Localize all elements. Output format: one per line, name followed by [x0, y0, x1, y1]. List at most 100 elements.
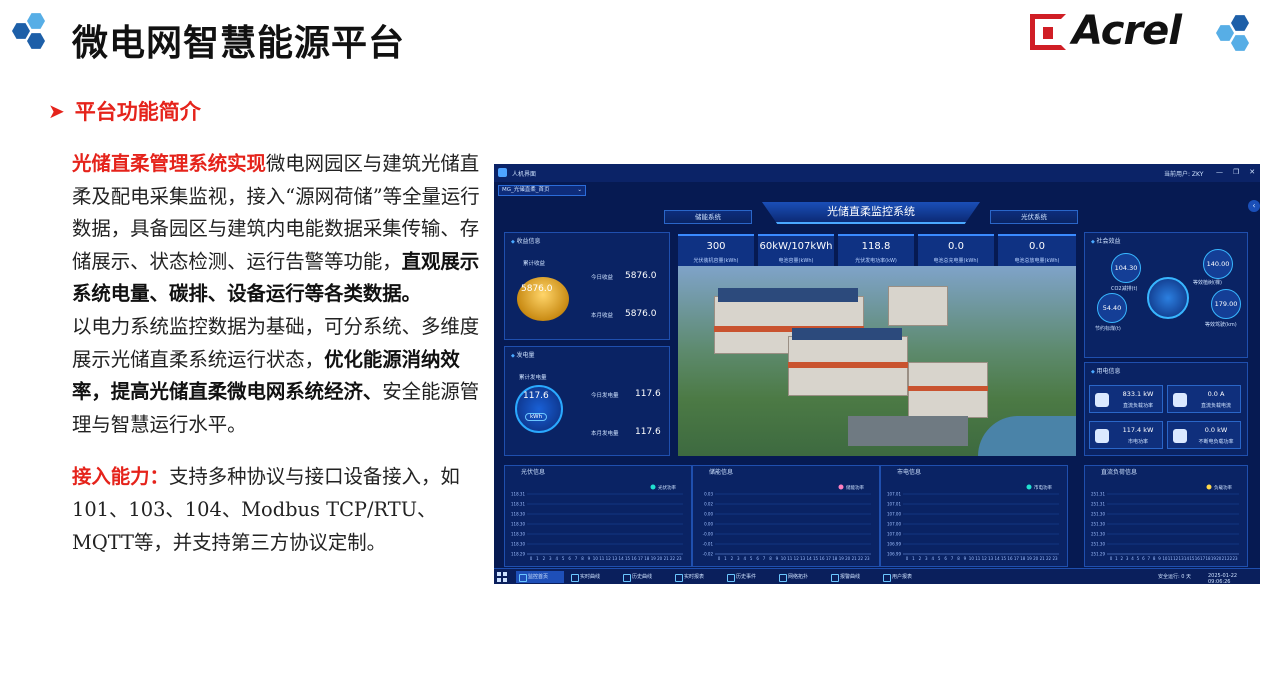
nav-page-title: 光储直柔监控系统	[762, 202, 980, 224]
y-tick-label: 106.99	[887, 542, 901, 547]
y-tick-label: 0.03	[704, 492, 713, 497]
y-tick-label: 251.30	[1091, 542, 1105, 547]
paragraph-3: 接入能力：支持多种协议与接口设备接入，如101、103、104、Modbus T…	[72, 461, 484, 559]
stat-pv-power: 118.8 光伏发电功率(kW)	[838, 234, 914, 266]
task-alarm-curve[interactable]: 报警曲线	[828, 571, 876, 583]
y-tick-label: 251.31	[1091, 502, 1105, 507]
x-tick-label: 17	[638, 556, 644, 561]
legend-swatch	[1206, 484, 1212, 490]
legend-swatch	[1026, 484, 1032, 490]
page-selector[interactable]: MG_光储直柔_首页 ⌄	[498, 185, 586, 196]
x-tick-label: 14	[619, 556, 625, 561]
ups-load-value: 0.0 kW	[1204, 426, 1228, 434]
x-tick-label: 23	[1232, 556, 1238, 561]
y-tick-label: 118.29	[511, 552, 525, 557]
page-selector-value: MG_光储直柔_首页	[502, 187, 550, 193]
x-tick-label: 5	[938, 556, 941, 561]
task-history-events[interactable]: 历史事件	[724, 571, 772, 583]
x-tick-label: 13	[612, 556, 618, 561]
generation-month-value: 117.6	[635, 427, 661, 437]
safe-run-status: 安全运行: 0 天	[1158, 574, 1192, 580]
x-tick-label: 20	[845, 556, 851, 561]
y-tick-label: 251.30	[1091, 522, 1105, 527]
income-today-label: 今日收益	[591, 275, 614, 281]
x-tick-label: 8	[581, 556, 584, 561]
stat-value: 0.0	[1029, 241, 1045, 252]
x-tick-label: 21	[1040, 556, 1046, 561]
x-tick-label: 6	[944, 556, 947, 561]
x-tick-label: 4	[555, 556, 558, 561]
x-tick-label: 16	[631, 556, 637, 561]
chevron-right-icon: ➤	[48, 99, 65, 123]
x-tick-label: 19	[1027, 556, 1033, 561]
co2-label: CO2减排(t)	[1111, 286, 1138, 292]
x-tick-label: 19	[839, 556, 845, 561]
x-tick-label: 11	[599, 556, 605, 561]
income-today-value: 5876.0	[625, 271, 657, 281]
maximize-icon[interactable]: ❐	[1233, 168, 1239, 176]
paragraph-2: 以电力系统监控数据为基础，可分系统、多维度展示光储直柔系统运行状态，优化能源消纳…	[72, 311, 484, 441]
x-tick-label: 1	[912, 556, 915, 561]
nav-pv-system[interactable]: 光伏系统	[990, 210, 1078, 224]
x-tick-label: 21	[852, 556, 858, 561]
acrel-logo-mark-icon	[1030, 14, 1066, 50]
solar-roof	[718, 288, 858, 302]
income-total-value: 5876.0	[521, 284, 553, 294]
x-tick-label: 15	[1001, 556, 1007, 561]
stat-value: 300	[706, 241, 726, 252]
task-user-report[interactable]: 用户报表	[880, 571, 928, 583]
grid-power-card: 117.4 kW 市电功率	[1089, 421, 1163, 449]
y-tick-label: 107.01	[887, 502, 901, 507]
x-tick-label: 22	[670, 556, 676, 561]
meter-icon	[1095, 393, 1109, 407]
building-annex-stripe	[908, 386, 988, 391]
generation-today-label: 今日发电量	[591, 393, 619, 399]
task-realtime-curve[interactable]: 实时曲线	[568, 571, 616, 583]
x-tick-label: 11	[787, 556, 793, 561]
stat-label: 电池总充电量(kWh)	[933, 258, 979, 264]
x-tick-label: 1	[1115, 556, 1118, 561]
x-tick-label: 0	[906, 556, 909, 561]
task-network-topology[interactable]: 网络拓扑	[776, 571, 824, 583]
chart-title: 市电信息	[897, 468, 921, 476]
x-tick-label: 12	[606, 556, 612, 561]
x-tick-label: 2	[731, 556, 734, 561]
chart-svg: 光伏信息光伏功率118.31118.31118.30118.30118.3011…	[511, 468, 683, 561]
y-tick-label: 0.02	[704, 502, 713, 507]
nav-storage-system[interactable]: 储能系统	[664, 210, 752, 224]
section-title: 平台功能简介	[74, 100, 201, 124]
legend-label: 光伏功率	[658, 484, 676, 491]
y-tick-label: 118.30	[511, 542, 525, 547]
y-tick-label: 118.30	[511, 512, 525, 517]
acrel-logo: Acrel	[1030, 8, 1260, 56]
task-monitor-home[interactable]: 监控首页	[516, 571, 564, 583]
y-tick-label: -0.01	[703, 542, 714, 547]
collapse-arrow-icon[interactable]: ‹	[1248, 200, 1260, 212]
close-icon[interactable]: ✕	[1249, 168, 1255, 176]
generation-unit: kWh	[525, 413, 548, 421]
y-tick-label: 118.30	[511, 532, 525, 537]
stat-label: 光伏发电功率(kW)	[855, 258, 897, 264]
x-tick-label: 16	[1007, 556, 1013, 561]
acrel-logo-text: Acrel	[1072, 8, 1182, 54]
chart-title: 直流负荷信息	[1101, 468, 1137, 476]
task-history-curve[interactable]: 历史曲线	[620, 571, 668, 583]
task-realtime-report[interactable]: 实时报表	[672, 571, 720, 583]
battery-icon	[1095, 429, 1109, 443]
power-usage-panel: 用电信息 833.1 kW 直流负载功率 0.0 A 直流负载电流 117.4 …	[1084, 362, 1248, 456]
oil-value: 179.00	[1211, 289, 1241, 319]
x-tick-label: 3	[1126, 556, 1129, 561]
generation-month-label: 本月发电量	[591, 431, 619, 437]
social-panel-title: 社会效益	[1091, 236, 1120, 245]
logo-hex-icon	[1216, 12, 1256, 56]
x-tick-label: 2	[543, 556, 546, 561]
x-tick-label: 19	[651, 556, 657, 561]
x-tick-label: 22	[1046, 556, 1052, 561]
y-tick-label: -0.02	[703, 552, 714, 557]
x-tick-label: 6	[756, 556, 759, 561]
y-tick-label: 118.31	[511, 492, 525, 497]
x-tick-label: 5	[1137, 556, 1140, 561]
x-tick-label: 2	[919, 556, 922, 561]
grid-menu-icon[interactable]	[497, 572, 507, 582]
minimize-icon[interactable]: —	[1216, 168, 1223, 176]
